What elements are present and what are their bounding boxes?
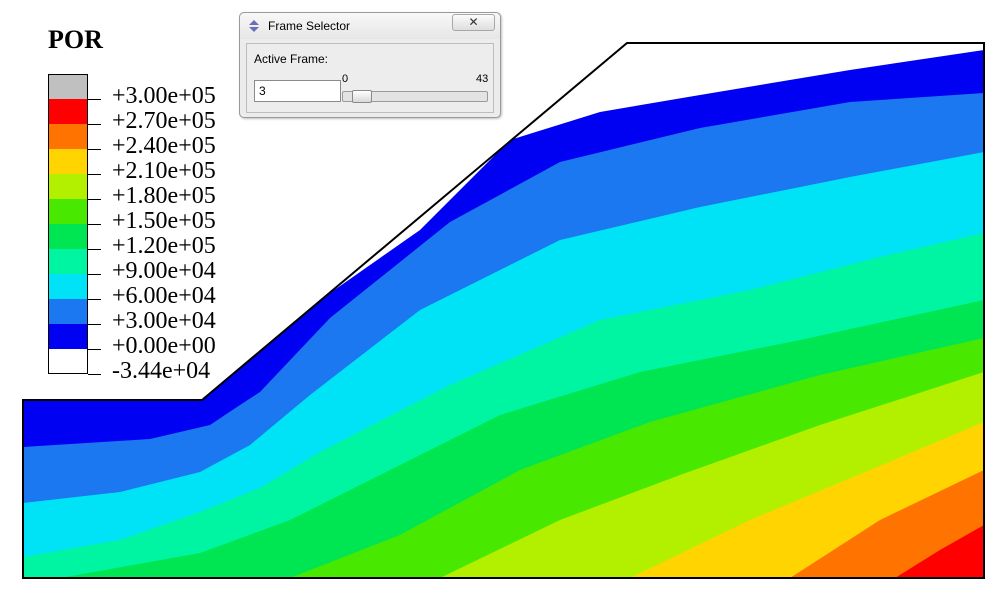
legend-label: +2.10e+05 bbox=[112, 158, 216, 184]
legend-tick bbox=[88, 299, 101, 300]
legend-label: -3.44e+04 bbox=[112, 358, 211, 384]
close-icon: ✕ bbox=[468, 15, 479, 29]
legend: POR +3.00e+05 +2.70e+05 +2.40e+05 +2.10e+05… bbox=[0, 0, 260, 400]
legend-swatch bbox=[48, 349, 88, 374]
legend-tick bbox=[88, 124, 101, 125]
slider-min-label: 0 bbox=[342, 73, 349, 85]
legend-tick bbox=[88, 324, 101, 325]
legend-title: POR bbox=[48, 25, 103, 54]
legend-label: +1.50e+05 bbox=[112, 208, 216, 234]
legend-tick bbox=[88, 149, 101, 150]
legend-swatch bbox=[48, 224, 88, 249]
legend-label: +2.70e+05 bbox=[112, 108, 216, 134]
legend-label: +9.00e+04 bbox=[112, 258, 216, 284]
legend-tick bbox=[88, 274, 101, 275]
active-frame-label: Active Frame: bbox=[254, 52, 329, 66]
frame-selector-icon bbox=[249, 20, 259, 32]
slider-max-label: 43 bbox=[476, 73, 489, 85]
legend-tick bbox=[88, 99, 101, 100]
legend-tick bbox=[88, 349, 101, 350]
active-frame-input[interactable] bbox=[254, 80, 341, 102]
close-button[interactable]: ✕ bbox=[452, 14, 495, 31]
dialog-titlebar[interactable]: Frame Selector ✕ bbox=[240, 13, 500, 39]
legend-label: +1.80e+05 bbox=[112, 183, 216, 209]
legend-tick bbox=[88, 224, 101, 225]
legend-swatch bbox=[48, 124, 88, 149]
legend-label: +2.40e+05 bbox=[112, 133, 216, 159]
legend-swatch bbox=[48, 174, 88, 199]
frame-selector-dialog: Frame Selector ✕ Active Frame: 0 43 bbox=[239, 12, 501, 118]
dialog-body: Active Frame: 0 43 bbox=[246, 43, 494, 113]
legend-label: +6.00e+04 bbox=[112, 283, 216, 309]
legend-swatch bbox=[48, 199, 88, 224]
legend-swatch bbox=[48, 324, 88, 349]
dialog-title: Frame Selector bbox=[268, 19, 351, 33]
legend-label: +3.00e+05 bbox=[112, 83, 216, 109]
legend-tick bbox=[88, 174, 101, 175]
legend-label: +0.00e+00 bbox=[112, 333, 216, 359]
legend-swatch bbox=[48, 299, 88, 324]
legend-tick bbox=[88, 374, 101, 375]
legend-swatch bbox=[48, 249, 88, 274]
legend-label: +3.00e+04 bbox=[112, 308, 216, 334]
legend-swatch bbox=[48, 99, 88, 124]
legend-swatch bbox=[48, 274, 88, 299]
legend-tick bbox=[88, 199, 101, 200]
frame-slider-thumb[interactable] bbox=[352, 90, 372, 103]
legend-swatch bbox=[48, 149, 88, 174]
legend-label: +1.20e+05 bbox=[112, 233, 216, 259]
legend-swatch bbox=[48, 74, 88, 99]
frame-slider[interactable] bbox=[342, 90, 488, 103]
legend-tick bbox=[88, 249, 101, 250]
